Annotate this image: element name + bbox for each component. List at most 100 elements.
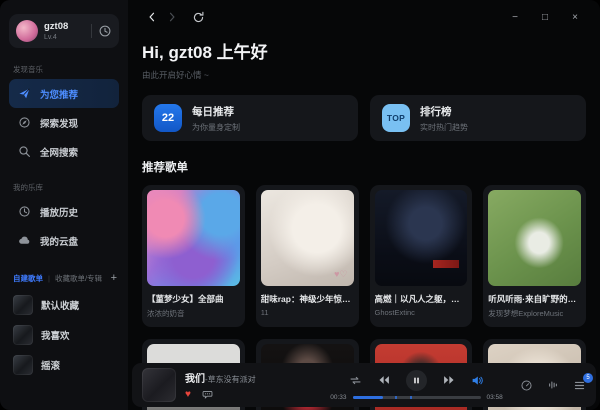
search-icon	[18, 145, 31, 158]
forward-button[interactable]	[162, 9, 182, 25]
queue-count-badge: 5	[583, 373, 593, 383]
card-title: 每日推荐	[192, 104, 240, 119]
page-title: Hi, gzt08 上午好	[142, 38, 586, 63]
playback-speed-icon[interactable]	[520, 379, 533, 392]
play-queue-icon[interactable]: 5	[573, 379, 586, 392]
user-meta: gzt08 Lv.4	[44, 21, 85, 41]
playlist-title: 甜味rap：神级少年惊鸿...	[261, 293, 354, 305]
close-button[interactable]: ×	[564, 9, 586, 25]
playlist-creator: 浓浓的奶音	[147, 308, 240, 319]
sidebar-item-cloud[interactable]: 我的云盘	[9, 226, 119, 255]
listen-history-icon[interactable]	[98, 24, 112, 38]
now-playing-artwork[interactable]	[142, 368, 176, 402]
sidebar-item-label: 我的云盘	[40, 234, 78, 248]
playlist-card[interactable]: 【菫梦少女】全部曲 浓浓的奶音	[142, 185, 245, 327]
card-text: 每日推荐 为你量身定制	[192, 104, 240, 133]
section-label-library: 我的乐库	[13, 182, 119, 193]
window-controls: − □ ×	[504, 9, 586, 25]
card-title: 排行榜	[420, 104, 468, 119]
app-window: gzt08 Lv.4 发现音乐 为您推荐 探索发现 全网搜索	[0, 0, 600, 410]
back-button[interactable]	[142, 9, 162, 25]
card-subtitle: 实时热门趋势	[420, 122, 468, 133]
playlist-name: 默认收藏	[41, 298, 79, 312]
compass-icon	[18, 116, 31, 129]
user-level: Lv.4	[44, 34, 85, 41]
playlist-tabs: 自建歌单 | 收藏歌单/专辑 +	[13, 273, 117, 284]
avatar[interactable]	[16, 20, 38, 42]
sidebar-item-label: 探索发现	[40, 116, 78, 130]
playlist-name: 我喜欢	[41, 328, 70, 342]
audio-effect-icon[interactable]	[547, 379, 559, 391]
song-title[interactable]: 我们	[185, 370, 205, 385]
playlist-card[interactable]: ♥♡ 甜味rap：神级少年惊鸿... 11	[256, 185, 359, 327]
card-subtitle: 为你量身定制	[192, 122, 240, 133]
playlist-cover-art	[375, 190, 468, 286]
playlist-cover-art: ♥♡	[261, 190, 354, 286]
playlist-cover	[13, 295, 33, 315]
tab-created-playlists[interactable]: 自建歌单	[13, 273, 43, 284]
now-playing-info: 我们 - 草东没有派对 ♥	[185, 370, 323, 400]
playlist-item-rock[interactable]: 摇滚	[9, 350, 119, 380]
main-content: − □ × Hi, gzt08 上午好 由此开启好心情 ~ 22 每日推荐 为你…	[128, 0, 600, 410]
sidebar-item-explore[interactable]: 探索发现	[9, 108, 119, 137]
playlist-cover-art	[147, 190, 240, 286]
playlist-cover	[13, 355, 33, 375]
progress-bar[interactable]	[353, 396, 481, 399]
section-title: 推荐歌单	[142, 159, 586, 175]
playlist-title: 【菫梦少女】全部曲	[147, 293, 240, 305]
page-subtitle: 由此开启好心情 ~	[142, 69, 586, 81]
comment-icon[interactable]	[202, 389, 213, 400]
refresh-icon[interactable]	[188, 9, 208, 25]
sidebar-item-label: 全网搜索	[40, 145, 78, 159]
user-name: gzt08	[44, 21, 85, 32]
sidebar-item-label: 为您推荐	[40, 87, 78, 101]
current-time: 00:33	[330, 394, 346, 401]
playlist-title: 听风听雨·来自旷野的舒...	[488, 293, 581, 305]
sidebar-item-history[interactable]: 播放历史	[9, 197, 119, 226]
cloud-icon	[18, 234, 31, 247]
artist-name[interactable]: 草东没有派对	[208, 374, 256, 385]
top-badge: TOP	[382, 104, 410, 132]
playlist-creator: GhostExtinc	[375, 308, 468, 317]
progress-tick	[410, 396, 412, 399]
user-card[interactable]: gzt08 Lv.4	[9, 14, 119, 48]
paper-plane-icon	[18, 87, 31, 100]
playlist-title: 高燃｜以凡人之躯，比肩...	[375, 293, 468, 305]
sidebar-item-search[interactable]: 全网搜索	[9, 137, 119, 166]
progress-tick	[395, 396, 397, 399]
like-heart-icon[interactable]: ♥	[185, 390, 191, 400]
player-right-icons: 5	[520, 379, 586, 392]
player-bar: 我们 - 草东没有派对 ♥	[132, 363, 596, 407]
daily-recommend-card[interactable]: 22 每日推荐 为你量身定制	[142, 95, 358, 141]
timeline: 00:33 03:58	[323, 394, 510, 401]
playlist-item-liked[interactable]: 我喜欢	[9, 320, 119, 350]
minimize-button[interactable]: −	[504, 9, 526, 25]
heart-overlay-icon: ♥♡	[334, 269, 347, 280]
playlist-cover-art	[488, 190, 581, 286]
divider	[91, 24, 92, 38]
daily-date-badge: 22	[154, 104, 182, 132]
ranking-card[interactable]: TOP 排行榜 实时热门趋势	[370, 95, 586, 141]
progress-fill	[353, 396, 384, 399]
playlist-cover	[13, 325, 33, 345]
cover-red-text	[433, 260, 459, 268]
topbar: − □ ×	[142, 8, 586, 26]
previous-track-icon[interactable]	[377, 373, 391, 387]
sidebar-item-label: 播放历史	[40, 205, 78, 219]
playlist-card[interactable]: 听风听雨·来自旷野的舒... 发现梦想ExploreMusic	[483, 185, 586, 327]
divider: |	[48, 274, 50, 283]
maximize-button[interactable]: □	[534, 9, 556, 25]
section-label-discover: 发现音乐	[13, 64, 119, 75]
quick-cards: 22 每日推荐 为你量身定制 TOP 排行榜 实时热门趋势	[142, 95, 586, 141]
next-track-icon[interactable]	[442, 373, 456, 387]
playlist-item-default[interactable]: 默认收藏	[9, 290, 119, 320]
playlist-card[interactable]: 高燃｜以凡人之躯，比肩... GhostExtinc	[370, 185, 473, 327]
tab-collected-playlists[interactable]: 收藏歌单/专辑	[55, 273, 102, 284]
play-mode-icon[interactable]	[349, 374, 362, 387]
playlist-name: 摇滚	[41, 358, 60, 372]
volume-icon[interactable]	[471, 374, 484, 387]
pause-button[interactable]	[406, 370, 427, 391]
add-playlist-button[interactable]: +	[111, 273, 117, 284]
total-time: 03:58	[487, 394, 503, 401]
sidebar-item-for-you[interactable]: 为您推荐	[9, 79, 119, 108]
